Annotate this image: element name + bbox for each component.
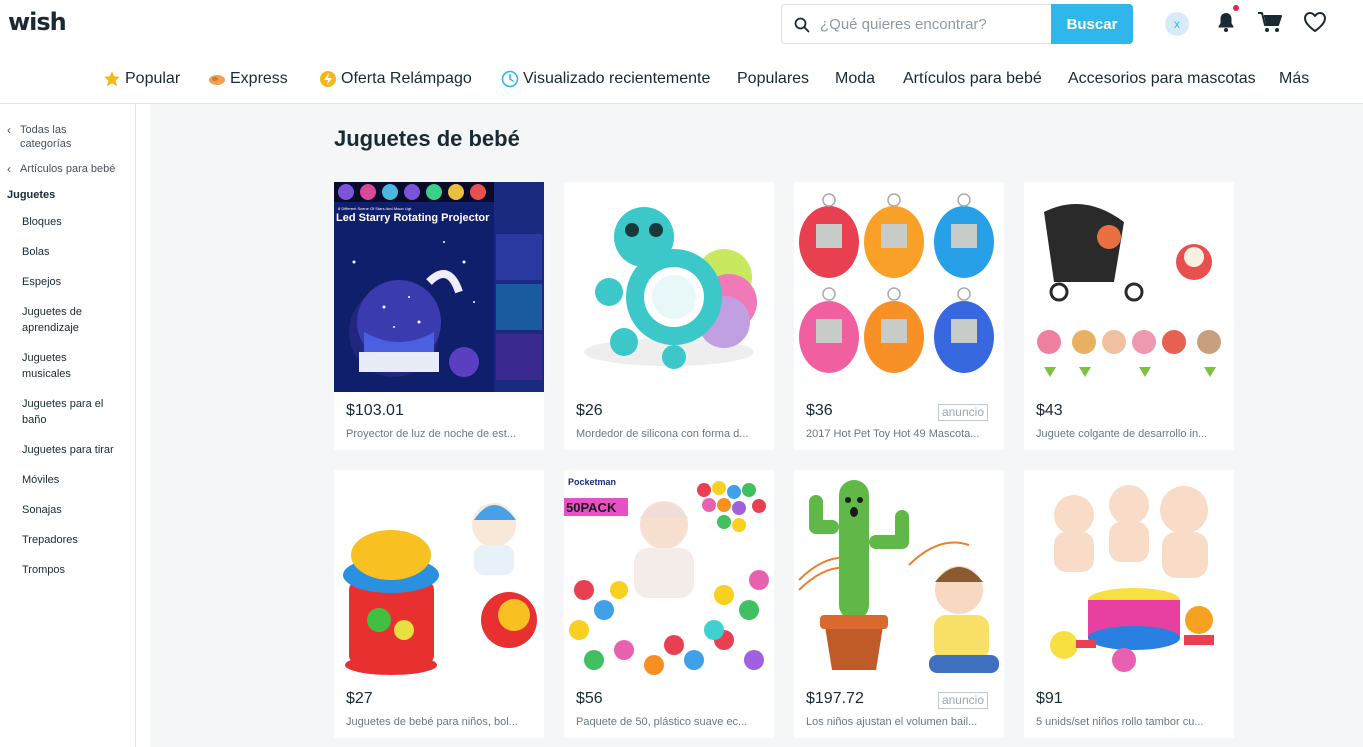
product-card[interactable]: $197.72 anuncio Los niños ajustan el vol… [794, 470, 1004, 738]
product-card[interactable]: $27 Juguetes de bebé para niños, bol... [334, 470, 544, 738]
cart-icon[interactable] [1257, 10, 1283, 34]
product-price: $56 [576, 690, 603, 707]
product-image-star-projector[interactable]: 8 Different Scene Of Stars And Moon Ligt… [334, 182, 544, 392]
nav-populares[interactable]: Populares [737, 70, 809, 88]
product-image-dancing-cactus[interactable] [794, 470, 1004, 680]
sidebar-item-moviles[interactable]: Móviles [22, 472, 130, 488]
product-card[interactable]: 50PACK Pocketman $56 Paquete de 50, plás… [564, 470, 774, 738]
product-card[interactable]: $26 Mordedor de silicona con forma d... [564, 182, 774, 450]
nav-express[interactable]: Express [208, 70, 288, 88]
wishlist-heart-icon[interactable] [1303, 11, 1327, 33]
product-title[interactable]: Paquete de 50, plástico suave ec... [576, 716, 764, 728]
clock-icon [501, 70, 519, 88]
product-title[interactable]: Juguetes de bebé para niños, bol... [346, 716, 534, 728]
product-card[interactable]: $36 anuncio 2017 Hot Pet Toy Hot 49 Masc… [794, 182, 1004, 450]
product-image-tamagotchi-pets[interactable] [794, 182, 1004, 392]
product-image-title: Led Starry Rotating Projector [336, 212, 490, 224]
product-image-caption: 8 Different Scene Of Stars And Moon Ligt [338, 206, 412, 211]
nav-label: Populares [737, 70, 810, 87]
product-price: $91 [1036, 690, 1063, 707]
product-price: $197.72 [806, 690, 864, 707]
product-price: $27 [346, 690, 373, 707]
notification-dot [1233, 5, 1239, 11]
nav-label: Visualizado recientemente [523, 70, 711, 87]
product-title[interactable]: 5 unids/set niños rollo tambor cu... [1036, 716, 1224, 728]
page-title: Juguetes de bebé [334, 126, 520, 151]
product-image-rolling-toy[interactable] [334, 470, 544, 680]
product-price: $36 [806, 402, 833, 419]
product-image-drum-set[interactable] [1024, 470, 1234, 680]
product-card[interactable]: 8 Different Scene Of Stars And Moon Ligt… [334, 182, 544, 450]
sidebar-item-bolas[interactable]: Bolas [22, 244, 130, 260]
nav-moda[interactable]: Moda [835, 70, 875, 88]
sidebar-item-juguetes-musicales[interactable]: Juguetes musicales [22, 350, 92, 382]
avatar[interactable]: x [1165, 12, 1189, 36]
nav-popular[interactable]: Popular [103, 70, 180, 88]
nav-label: Popular [125, 70, 181, 87]
product-price: $43 [1036, 402, 1063, 419]
nav-flash-deal[interactable]: Oferta Relámpago [319, 70, 472, 88]
product-card[interactable]: $43 Juguete colgante de desarrollo in... [1024, 182, 1234, 450]
sidebar-item-juguetes-bano[interactable]: Juguetes para el baño [22, 396, 117, 428]
category-sidebar: ‹ Todas las categorías ‹ Artículos para … [0, 104, 136, 747]
nav-label: Accesorios para mascotas [1068, 70, 1256, 87]
top-bar: wish Buscar x [0, 0, 1363, 52]
product-image-turtle-teether[interactable] [564, 182, 774, 392]
nav-label: Express [230, 70, 288, 87]
nav-more[interactable]: Más [1279, 70, 1309, 88]
back-parent-category-link[interactable]: ‹ Artículos para bebé [7, 162, 132, 176]
sidebar-item-juguetes-tirar[interactable]: Juguetes para tirar [22, 442, 130, 458]
product-image-hanging-toys[interactable] [1024, 182, 1234, 392]
product-price: $103.01 [346, 402, 404, 419]
wish-logo[interactable]: wish [8, 8, 67, 36]
sidebar-item-trepadores[interactable]: Trepadores [22, 532, 130, 548]
star-icon [104, 71, 120, 87]
nav-label: Oferta Relámpago [341, 70, 472, 87]
express-icon [209, 75, 225, 85]
product-title[interactable]: Mordedor de silicona con forma d... [576, 428, 764, 440]
chevron-left-icon: ‹ [7, 123, 11, 137]
product-price: $26 [576, 402, 603, 419]
nav-recently-viewed[interactable]: Visualizado recientemente [501, 70, 710, 88]
ad-badge: anuncio [937, 692, 988, 709]
sidebar-item-juguetes-aprendizaje[interactable]: Juguetes de aprendizaje [22, 304, 102, 336]
product-card[interactable]: $91 5 unids/set niños rollo tambor cu... [1024, 470, 1234, 738]
product-title[interactable]: Los niños ajustan el volumen bail... [806, 716, 994, 728]
nav-label: Moda [835, 70, 876, 87]
search-button[interactable]: Buscar [1051, 4, 1133, 44]
product-image-ball-pit-balls[interactable]: 50PACK Pocketman [564, 470, 774, 680]
search-input[interactable] [820, 13, 1040, 35]
flash-deal-icon [320, 71, 336, 87]
nav-label: Artículos para bebé [903, 70, 1042, 87]
ad-badge: anuncio [937, 404, 988, 421]
sidebar-item-trompos[interactable]: Trompos [22, 562, 130, 578]
product-title[interactable]: Proyector de luz de noche de est... [346, 428, 534, 440]
chevron-left-icon: ‹ [7, 162, 11, 176]
search-icon [794, 17, 810, 33]
category-nav: Popular Express Oferta Relámpago Visuali… [0, 52, 1363, 104]
product-image-title: 50PACK [566, 500, 617, 515]
nav-pet-accessories[interactable]: Accesorios para mascotas [1068, 70, 1256, 88]
product-title[interactable]: 2017 Hot Pet Toy Hot 49 Mascota... [806, 428, 994, 440]
product-title[interactable]: Juguete colgante de desarrollo in... [1036, 428, 1224, 440]
bell-icon[interactable] [1214, 10, 1238, 34]
current-category: Juguetes [7, 189, 56, 201]
sidebar-item-bloques[interactable]: Bloques [22, 214, 130, 230]
back-all-categories-link[interactable]: ‹ Todas las categorías [7, 123, 107, 151]
sidebar-item-sonajas[interactable]: Sonajas [22, 502, 130, 518]
product-image-brand: Pocketman [568, 477, 616, 487]
nav-label: Más [1279, 70, 1310, 87]
nav-baby-items[interactable]: Artículos para bebé [903, 70, 1042, 88]
sidebar-item-espejos[interactable]: Espejos [22, 274, 130, 290]
